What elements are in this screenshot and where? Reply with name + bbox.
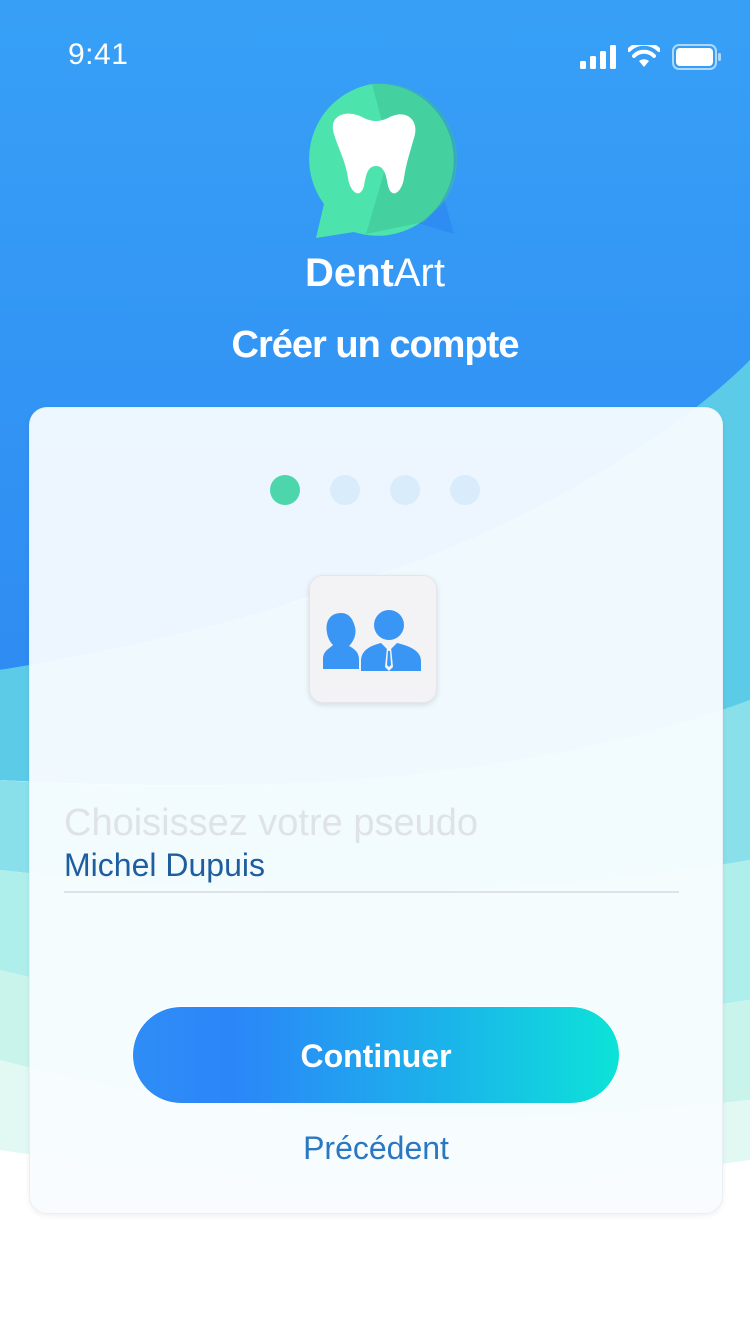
brand-name: DentArt [0, 250, 750, 296]
step-dot-1-active [270, 475, 300, 505]
brand-name-light: Art [393, 251, 445, 295]
battery-icon [672, 44, 721, 70]
brand-name-bold: Dent [304, 251, 394, 295]
signup-card: Choisissez votre pseudo Continuer Précéd… [29, 407, 723, 1214]
wifi-icon [628, 45, 660, 67]
step-dot-4 [450, 475, 480, 505]
signal-icon [580, 45, 616, 69]
continue-button[interactable]: Continuer [132, 1006, 620, 1104]
tooth-chat-bubble-icon [309, 83, 458, 238]
users-icon [323, 610, 421, 671]
step-dot-3 [390, 475, 420, 505]
previous-link[interactable]: Précédent [30, 1128, 722, 1168]
status-time: 9:41 [68, 38, 129, 71]
page-title: Créer un compte [231, 324, 520, 366]
step-indicator [270, 475, 480, 505]
pseudo-placeholder-label: Choisissez votre pseudo [64, 802, 478, 844]
avatar-picker[interactable] [309, 575, 437, 703]
status-icons [580, 42, 722, 72]
step-dot-2 [330, 475, 360, 505]
pseudo-field: Choisissez votre pseudo [64, 801, 684, 893]
pseudo-input[interactable] [64, 845, 679, 893]
